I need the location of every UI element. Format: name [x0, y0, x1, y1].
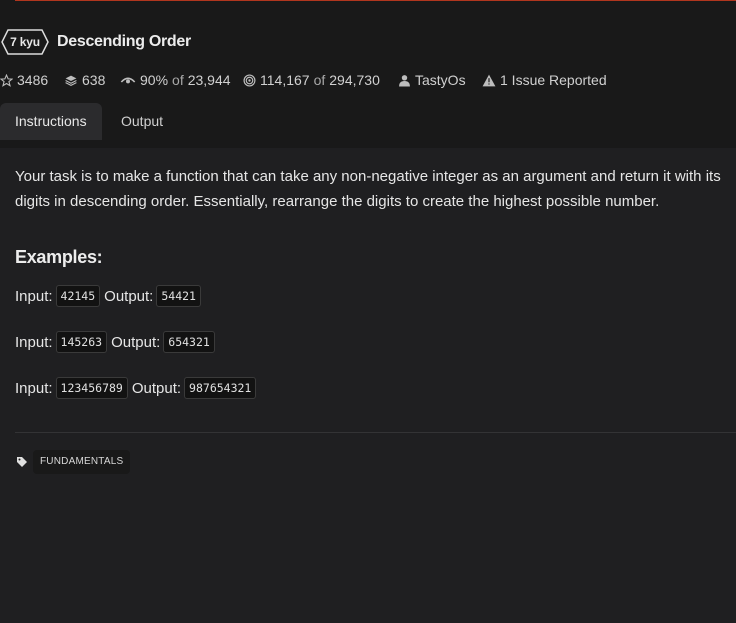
- attempted-count: 294,730: [329, 72, 380, 88]
- satisfaction-stat: 90% of 23,944: [120, 72, 231, 88]
- stars-stat[interactable]: 3486: [0, 72, 48, 88]
- warning-icon: [482, 74, 496, 86]
- example-input: 42145: [55, 285, 101, 307]
- stars-count: 3486: [17, 72, 49, 88]
- target-icon: [243, 73, 256, 87]
- eye-icon: [120, 77, 136, 84]
- completed-of: of: [313, 72, 326, 88]
- tab-output[interactable]: Output: [121, 103, 163, 140]
- satisfaction-votes: 23,944: [187, 72, 231, 88]
- author-name: TastyOs: [415, 72, 466, 88]
- input-label: Input:: [15, 333, 53, 351]
- kata-description: Your task is to make a function that can…: [15, 168, 721, 210]
- rank-badge[interactable]: 7 kyu: [1, 29, 49, 55]
- satisfaction-percent: 90%: [140, 72, 169, 88]
- instructions-panel: Your task is to make a function that can…: [0, 148, 736, 623]
- tag-fundamentals[interactable]: FUNDAMENTALS: [33, 450, 131, 474]
- example-output: 54421: [156, 285, 201, 307]
- example-line: Input: 145263 Output: 654321: [15, 331, 219, 353]
- divider: [15, 432, 736, 433]
- examples-heading: Examples:: [15, 247, 103, 267]
- example-output: 654321: [163, 331, 215, 353]
- example-input: 123456789: [55, 377, 128, 399]
- output-label: Output:: [104, 287, 154, 305]
- completed-stat: 114,167 of 294,730: [243, 72, 380, 88]
- rank-label: 7 kyu: [10, 35, 40, 49]
- layers-icon: [65, 75, 77, 86]
- output-label: Output:: [131, 379, 182, 397]
- user-icon: [399, 74, 410, 86]
- issues-label: 1 Issue Reported: [500, 72, 607, 88]
- input-label: Input:: [15, 379, 53, 397]
- completed-count: 114,167: [260, 72, 310, 88]
- kata-title: Descending Order: [57, 33, 191, 50]
- example-input: 145263: [55, 331, 108, 353]
- tag-icon: [16, 455, 28, 473]
- example-output: 987654321: [184, 377, 257, 399]
- top-bar: [0, 0, 736, 30]
- output-label: Output:: [111, 333, 161, 351]
- accent-line: [15, 0, 736, 1]
- star-icon: [0, 73, 13, 87]
- example-line: Input: 123456789 Output: 987654321: [15, 377, 260, 399]
- issues-stat[interactable]: 1 Issue Reported: [482, 72, 607, 88]
- author-stat[interactable]: TastyOs: [398, 72, 466, 88]
- input-label: Input:: [15, 287, 53, 305]
- collections-stat[interactable]: 638: [64, 72, 105, 88]
- satisfaction-of: of: [172, 72, 184, 88]
- collections-count: 638: [82, 72, 106, 88]
- tab-instructions[interactable]: Instructions: [0, 103, 102, 140]
- example-line: Input: 42145 Output: 54421: [15, 285, 205, 307]
